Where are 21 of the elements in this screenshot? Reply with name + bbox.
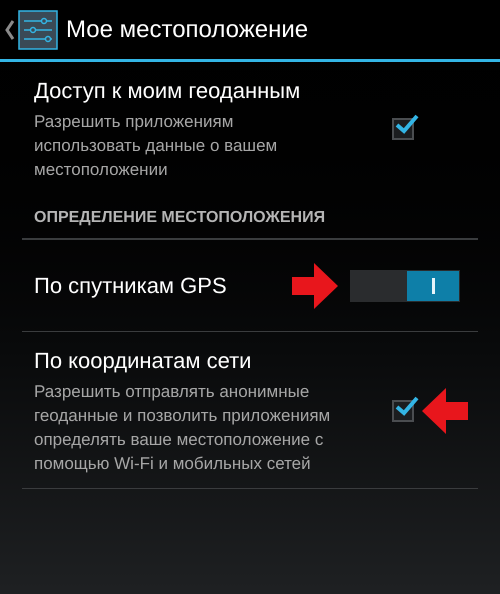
checkmark-icon (395, 396, 419, 416)
setting-title: По спутникам GPS (34, 272, 228, 300)
toggle-switch[interactable] (350, 270, 460, 302)
setting-summary: использовать данные о вашем (34, 135, 278, 157)
settings-row[interactable]: Доступ к моим геоданным Разрешить приложениям использовать данные о вашем местоположении (22, 62, 478, 194)
back-caret-icon[interactable] (4, 18, 16, 40)
settings-sliders-icon (18, 10, 58, 50)
setting-summary: определять ваше местоположение с (34, 429, 324, 451)
setting-title: Доступ к моим геоданным (34, 77, 302, 105)
settings-row[interactable]: По координатам сети Разрешить отправлять анонимные геоданные и позволить приложениям определять ваше местоположение с помощью Wi-Fi и мобильных сетей (22, 332, 478, 489)
screen-title: Мое местоположение (66, 14, 308, 44)
setting-summary: Разрешить отправлять анонимные (34, 381, 310, 403)
switch-thumb (407, 270, 459, 300)
setting-title: По координатам сети (34, 347, 252, 375)
settings-row[interactable]: По спутникам GPS (22, 240, 478, 332)
setting-summary: Разрешить приложениям (34, 111, 234, 133)
setting-summary: геоданные и позволить приложениям (34, 405, 332, 427)
checkmark-icon (395, 114, 419, 134)
setting-summary: помощью Wi-Fi и мобильных сетей (34, 453, 312, 475)
setting-summary: местоположении (34, 159, 169, 181)
section-header: ОПРЕДЕЛЕНИЕ МЕСТОПОЛОЖЕНИЯ (34, 209, 326, 226)
